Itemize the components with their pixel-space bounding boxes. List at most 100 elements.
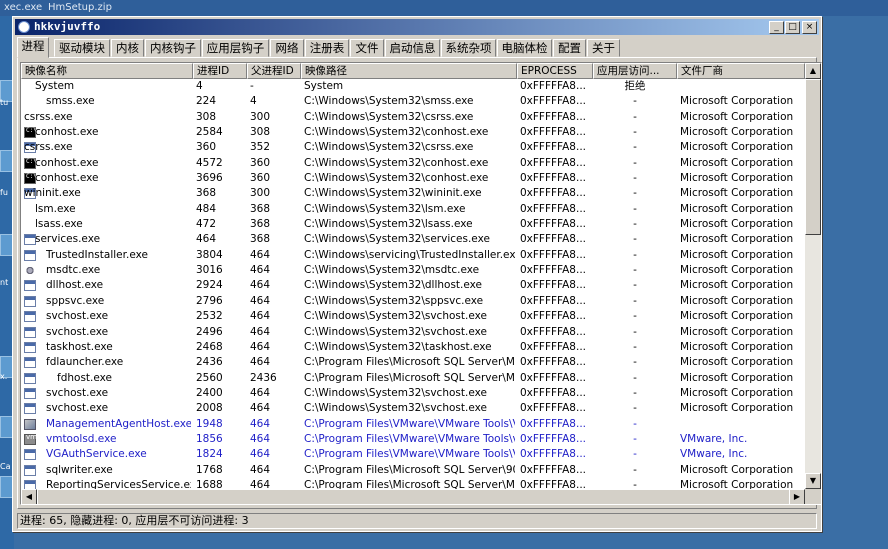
tab-about[interactable]: 关于 bbox=[587, 39, 620, 57]
table-row[interactable]: ManagementAgentHost.exe 1948 464 C:\Program… bbox=[21, 417, 805, 432]
col-app-access[interactable]: 应用层访问... bbox=[593, 63, 677, 79]
table-row[interactable]: sppsvc.exe 2796 464 C:\Windows\System32\spp… bbox=[21, 294, 805, 309]
cell-image-name: lsass.exe bbox=[35, 218, 83, 231]
table-row[interactable]: fdlauncher.exe 2436 464 C:\Program Files\Mi… bbox=[21, 355, 805, 370]
cell-image-path: C:\Windows\System32\csrss.exe bbox=[304, 110, 474, 123]
table-row[interactable]: lsm.exe 484 368 C:\Windows\System32\lsm.exe… bbox=[21, 202, 805, 217]
table-row[interactable]: conhost.exe 2584 308 C:\Windows\System32\co… bbox=[21, 125, 805, 140]
cell-app-access: - bbox=[633, 141, 637, 154]
desktop-icon-label: x. bbox=[0, 372, 8, 381]
cell-file-vendor: VMware, Inc. bbox=[680, 448, 748, 461]
application-window-icon bbox=[24, 449, 36, 461]
col-pid[interactable]: 进程ID bbox=[193, 63, 247, 79]
table-row[interactable]: conhost.exe 3696 360 C:\Windows\System32\co… bbox=[21, 171, 805, 186]
cell-file-vendor: Microsoft Corporation bbox=[680, 463, 794, 476]
table-row[interactable]: services.exe 464 368 C:\Windows\System32\se… bbox=[21, 232, 805, 247]
tab-config[interactable]: 配置 bbox=[553, 39, 586, 57]
tab-process[interactable]: 进程 bbox=[17, 37, 49, 58]
cell-eprocess: 0xFFFFFA8... bbox=[520, 463, 587, 476]
vertical-scrollbar[interactable]: ▲ ▼ bbox=[805, 63, 821, 489]
cell-image-name: svchost.exe bbox=[46, 402, 109, 415]
app-icon bbox=[18, 21, 30, 33]
col-parent-pid[interactable]: 父进程ID bbox=[247, 63, 301, 79]
table-row[interactable]: System 4 - System 0xFFFFFA8... 拒绝 bbox=[21, 79, 805, 94]
col-image-path[interactable]: 映像路径 bbox=[301, 63, 517, 79]
col-file-vendor[interactable]: 文件厂商 bbox=[677, 63, 805, 79]
table-row[interactable]: TrustedInstaller.exe 3804 464 C:\Windows\se… bbox=[21, 248, 805, 263]
tab-registry[interactable]: 注册表 bbox=[305, 39, 349, 57]
application-window-icon bbox=[24, 464, 36, 476]
scroll-up-button[interactable]: ▲ bbox=[805, 63, 821, 79]
cell-image-name: msdtc.exe bbox=[46, 264, 101, 277]
cell-eprocess: 0xFFFFFA8... bbox=[520, 432, 587, 445]
cell-image-path: C:\Windows\System32\smss.exe bbox=[304, 95, 474, 108]
table-row[interactable]: fdhost.exe 2560 2436 C:\Program Files\Micro… bbox=[21, 371, 805, 386]
cell-pid: 484 bbox=[196, 202, 217, 215]
table-row[interactable]: wininit.exe 368 300 C:\Windows\System32\win… bbox=[21, 186, 805, 201]
desktop-file-label[interactable]: xec.exe bbox=[4, 2, 42, 13]
vertical-scroll-thumb[interactable] bbox=[805, 79, 821, 235]
table-row[interactable]: msdtc.exe 3016 464 C:\Windows\System32\msdt… bbox=[21, 263, 805, 278]
cell-file-vendor bbox=[680, 417, 803, 432]
tab-pc-checkup[interactable]: 电脑体检 bbox=[497, 39, 552, 57]
cell-image-path: C:\Program Files\VMware\VMware Tools\VM.… bbox=[304, 448, 515, 461]
horizontal-scroll-thumb[interactable] bbox=[37, 489, 792, 504]
cell-pid: 360 bbox=[196, 141, 217, 154]
scroll-right-button[interactable]: ▶ bbox=[789, 489, 805, 504]
col-eprocess[interactable]: EPROCESS bbox=[517, 63, 593, 79]
tab-kernel-hooks[interactable]: 内核钩子 bbox=[145, 39, 201, 57]
cell-file-vendor: Microsoft Corporation bbox=[680, 386, 794, 399]
cell-eprocess: 0xFFFFFA8... bbox=[520, 126, 587, 139]
tab-files[interactable]: 文件 bbox=[350, 39, 384, 57]
cell-eprocess: 0xFFFFFA8... bbox=[520, 279, 587, 292]
cell-parent-pid: 360 bbox=[250, 172, 271, 185]
table-row[interactable]: dllhost.exe 2924 464 C:\Windows\System32\dl… bbox=[21, 278, 805, 293]
application-window-icon bbox=[24, 357, 36, 369]
col-image-name[interactable]: 映像名称 bbox=[21, 63, 193, 79]
cell-image-path: C:\Windows\System32\svchost.exe bbox=[304, 386, 487, 399]
cell-parent-pid: 464 bbox=[250, 448, 271, 461]
close-button[interactable]: × bbox=[802, 21, 817, 34]
table-row[interactable]: smss.exe 224 4 C:\Windows\System32\smss.exe… bbox=[21, 94, 805, 109]
cell-parent-pid: 368 bbox=[250, 202, 271, 215]
tab-driver-modules[interactable]: 驱动模块 bbox=[54, 39, 110, 57]
tab-startup-info[interactable]: 启动信息 bbox=[385, 39, 440, 57]
tab-kernel[interactable]: 内核 bbox=[111, 39, 144, 57]
cell-image-path: C:\Windows\System32\services.exe bbox=[304, 233, 490, 246]
table-row[interactable]: taskhost.exe 2468 464 C:\Windows\System32\t… bbox=[21, 340, 805, 355]
cell-image-name: sppsvc.exe bbox=[46, 294, 105, 307]
cell-image-path: C:\Windows\System32\taskhost.exe bbox=[304, 340, 492, 353]
table-row[interactable]: svchost.exe 2496 464 C:\Windows\System32\sv… bbox=[21, 325, 805, 340]
tab-system-misc[interactable]: 系统杂项 bbox=[441, 39, 496, 57]
table-row[interactable]: svchost.exe 2400 464 C:\Windows\System32\sv… bbox=[21, 386, 805, 401]
process-list[interactable]: 映像名称 进程ID 父进程ID 映像路径 EPROCESS 应用层访问... 文… bbox=[20, 62, 822, 505]
table-row[interactable]: VGAuthService.exe 1824 464 C:\Program Files… bbox=[21, 447, 805, 462]
table-row[interactable]: vmtoolsd.exe 1856 464 C:\Program Files\VMwa… bbox=[21, 432, 805, 447]
table-row[interactable]: svchost.exe 2532 464 C:\Windows\System32\sv… bbox=[21, 309, 805, 324]
scroll-left-button[interactable]: ◀ bbox=[21, 489, 37, 504]
cell-eprocess: 0xFFFFFA8... bbox=[520, 402, 587, 415]
cell-file-vendor: Microsoft Corporation bbox=[680, 141, 794, 154]
app-window: hkkvjuvffo _ □ × 进程 驱动模块 内核 内核钩子 应用层钩子 网… bbox=[12, 16, 822, 532]
table-row[interactable]: lsass.exe 472 368 C:\Windows\System32\lsass… bbox=[21, 217, 805, 232]
table-row[interactable]: sqlwriter.exe 1768 464 C:\Program Files\Mic… bbox=[21, 463, 805, 478]
table-row[interactable]: csrss.exe 360 352 C:\Windows\System32\csrss… bbox=[21, 140, 805, 155]
maximize-button[interactable]: □ bbox=[785, 21, 800, 34]
table-row[interactable]: conhost.exe 4572 360 C:\Windows\System32\co… bbox=[21, 156, 805, 171]
title-bar[interactable]: hkkvjuvffo _ □ × bbox=[15, 19, 819, 35]
table-row[interactable]: svchost.exe 2008 464 C:\Windows\System32\sv… bbox=[21, 401, 805, 416]
table-row[interactable]: csrss.exe 308 300 C:\Windows\System32\csrss… bbox=[21, 110, 805, 125]
cell-pid: 1824 bbox=[196, 448, 223, 461]
cell-image-path: C:\Windows\System32\dllhost.exe bbox=[304, 279, 482, 292]
horizontal-scrollbar[interactable]: ◀ ▶ bbox=[21, 489, 805, 504]
minimize-button[interactable]: _ bbox=[769, 21, 784, 34]
cell-file-vendor: Microsoft Corporation bbox=[680, 172, 794, 185]
scroll-down-button[interactable]: ▼ bbox=[805, 473, 821, 489]
cell-parent-pid: 300 bbox=[250, 187, 271, 200]
cell-pid: 3804 bbox=[196, 248, 223, 261]
cell-file-vendor: Microsoft Corporation bbox=[680, 264, 794, 277]
tab-app-hooks[interactable]: 应用层钩子 bbox=[202, 39, 269, 57]
desktop-file-label[interactable]: HmSetup.zip bbox=[48, 2, 112, 13]
tab-network[interactable]: 网络 bbox=[270, 39, 304, 57]
cell-pid: 2436 bbox=[196, 356, 223, 369]
